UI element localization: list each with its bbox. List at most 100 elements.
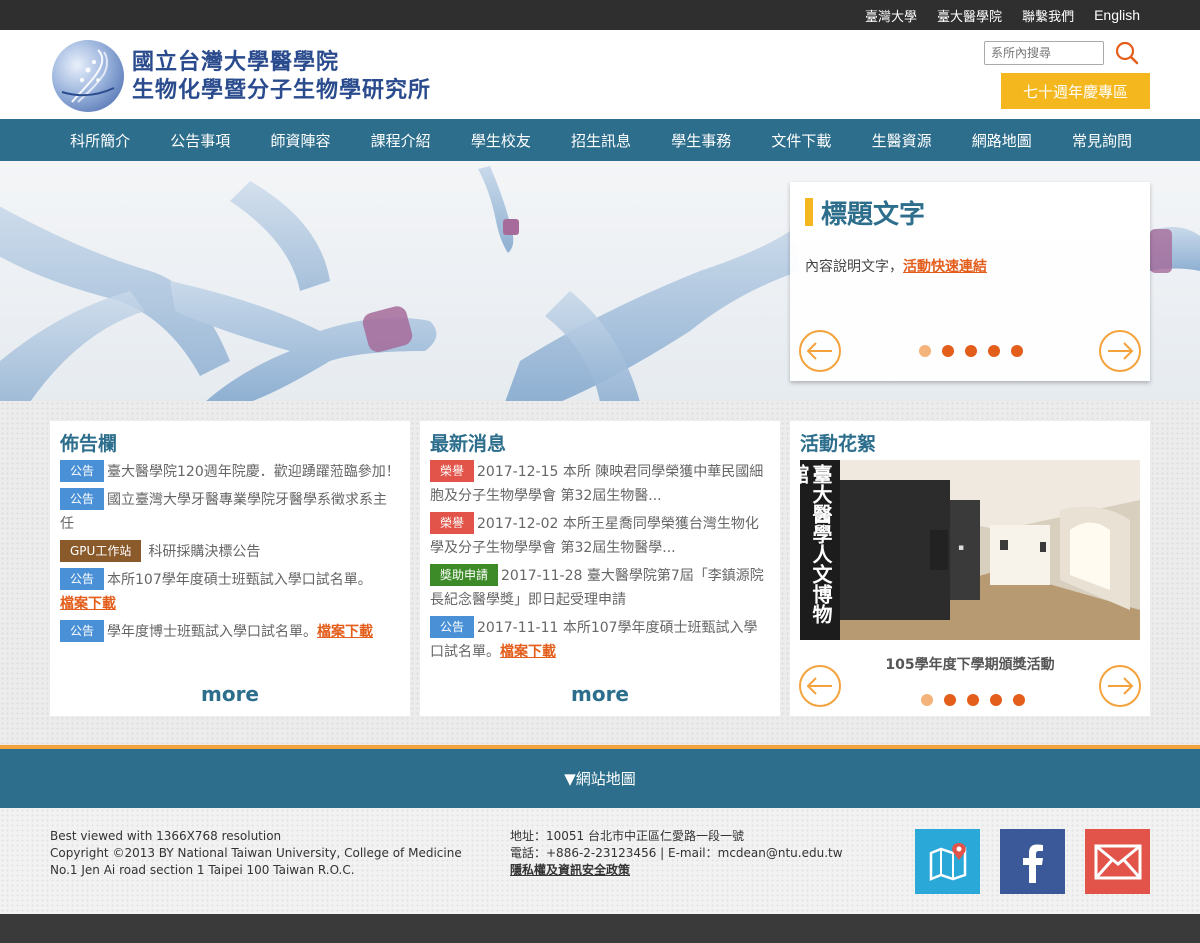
gallery-dot-5[interactable] — [1012, 694, 1025, 706]
nav-item-courses[interactable]: 課程介紹 — [351, 119, 451, 161]
link-college-medicine[interactable]: 臺大醫學院 — [937, 6, 1002, 25]
item-text[interactable]: 國立臺灣大學牙醫專業學院牙醫學系徵求系主任 — [60, 492, 387, 532]
gallery-pagination — [915, 694, 1030, 706]
tag-badge: 榮譽 — [430, 512, 475, 534]
news-more-link[interactable]: more — [420, 682, 780, 706]
list-item[interactable]: 公告 國立臺灣大學牙醫專業學院牙醫學系徵求系主任 — [50, 488, 410, 536]
tag-badge: GPU工作站 — [60, 540, 142, 562]
item-text[interactable]: 2017-12-15 本所 陳映君同學榮獲中華民國細胞及分子生物學學會 第32屆… — [430, 464, 763, 504]
news-title: 最新消息 — [430, 433, 507, 455]
item-text[interactable]: 2017-12-02 本所王星喬同學榮獲台灣生物化學及分子生物學學會 第32屆生… — [430, 516, 759, 556]
gallery-dot-3[interactable] — [966, 694, 979, 706]
link-contact[interactable]: 聯繫我們 — [1022, 6, 1074, 25]
search-input[interactable] — [984, 41, 1104, 65]
facebook-icon[interactable] — [1000, 829, 1065, 894]
caption-accent-bar — [805, 198, 813, 226]
nav-item-student-affairs[interactable]: 學生事務 — [651, 119, 751, 161]
link-ntu[interactable]: 臺灣大學 — [865, 6, 917, 25]
banner-next-arrow-icon[interactable] — [1099, 330, 1141, 372]
nav-item-faq[interactable]: 常見詢問 — [1052, 119, 1152, 161]
list-item[interactable]: 榮譽 2017-12-15 本所 陳映君同學榮獲中華民國細胞及分子生物學學會 第3… — [420, 460, 780, 508]
bulletin-panel: 佈告欄 公告 臺大醫學院120週年院慶．歡迎踴躍蒞臨參加！ 公告 國立臺灣大學牙醫專… — [50, 421, 410, 716]
nav-item-biomed-resources[interactable]: 生醫資源 — [852, 119, 952, 161]
tag-badge: 公告 — [60, 488, 105, 510]
nav-item-admissions[interactable]: 招生訊息 — [551, 119, 651, 161]
gallery-next-arrow-icon[interactable] — [1099, 665, 1141, 707]
banner-quick-link[interactable]: 活動快速連結 — [903, 259, 987, 275]
nav-item-intro[interactable]: 科所簡介 — [50, 119, 150, 161]
banner-body-text: 內容說明文字， — [805, 259, 903, 275]
gallery-dot-1[interactable] — [920, 694, 933, 706]
nav-item-faculty[interactable]: 師資陣容 — [250, 119, 350, 161]
nav-item-alumni[interactable]: 學生校友 — [451, 119, 551, 161]
banner-prev-arrow-icon[interactable] — [799, 330, 841, 372]
banner-description: 內容說明文字，活動快速連結 — [790, 242, 1150, 290]
link-english[interactable]: English — [1094, 7, 1140, 23]
tag-badge: 公告 — [60, 460, 105, 482]
sitemap-toggle[interactable]: ▼網站地圖 — [0, 745, 1200, 808]
list-item[interactable]: 公告 學年度博士班甄試入學口試名單。檔案下載 — [50, 620, 410, 644]
footer-copyright: Copyright ©2013 BY National Taiwan Unive… — [50, 846, 462, 860]
list-item[interactable]: GPU工作站 科研採購決標公告 — [50, 540, 410, 564]
gallery-caption: 105學年度下學期頒獎活動 — [885, 657, 1055, 673]
tag-badge: 公告 — [60, 620, 105, 642]
search-bar — [984, 40, 1140, 66]
nav-item-sitemap[interactable]: 網路地圖 — [952, 119, 1052, 161]
bottom-bar — [0, 914, 1200, 943]
item-text[interactable]: 2017-11-11 本所107學年度碩士班甄試入學口試名單。 — [430, 620, 758, 660]
content-area: 佈告欄 公告 臺大醫學院120週年院慶．歡迎踴躍蒞臨參加！ 公告 國立臺灣大學牙醫專… — [0, 401, 1200, 745]
footer-contact: 地址：10051 台北市中正區仁愛路一段一號 電話：+886-2-2312345… — [510, 828, 843, 879]
list-item[interactable]: 公告 2017-11-11 本所107學年度碩士班甄試入學口試名單。檔案下載 — [420, 616, 780, 664]
logo-title-line2: 生物化學暨分子生物學研究所 — [132, 77, 432, 103]
banner-pagination — [913, 345, 1028, 357]
gallery-dot-2[interactable] — [943, 694, 956, 706]
nav-item-announcements[interactable]: 公告事項 — [150, 119, 250, 161]
header: 國立台灣大學醫學院 生物化學暨分子生物學研究所 七十週年慶專區 — [0, 30, 1200, 119]
footer: Best viewed with 1366X768 resolution Cop… — [0, 808, 1200, 914]
news-panel: 最新消息 榮譽 2017-12-15 本所 陳映君同學榮獲中華民國細胞及分子生物學… — [420, 421, 780, 716]
banner-dot-1[interactable] — [918, 345, 931, 357]
footer-credits: Best viewed with 1366X768 resolution Cop… — [50, 828, 462, 879]
list-item[interactable]: 獎助申請 2017-11-28 臺大醫學院第7屆「李鎮源院長紀念醫學獎」即日起受理… — [420, 564, 780, 612]
banner-dot-5[interactable] — [1010, 345, 1023, 357]
footer-resolution: Best viewed with 1366X768 resolution — [50, 829, 282, 843]
main-nav: 科所簡介 公告事項 師資陣容 課程介紹 學生校友 招生訊息 學生事務 文件下載 … — [0, 119, 1200, 161]
gallery-prev-arrow-icon[interactable] — [799, 665, 841, 707]
privacy-policy-link[interactable]: 隱私權及資訊安全政策 — [510, 862, 843, 879]
list-item[interactable]: 公告 本所107學年度碩士班甄試入學口試名單。檔案下載 — [50, 568, 410, 616]
item-text[interactable]: 學年度博士班甄試入學口試名單。 — [107, 624, 317, 640]
footer-address: 地址：10051 台北市中正區仁愛路一段一號 — [510, 829, 744, 843]
nav-item-downloads[interactable]: 文件下載 — [751, 119, 851, 161]
bulletin-more-link[interactable]: more — [50, 682, 410, 706]
svg-text:▪: ▪ — [958, 543, 964, 553]
banner-title: 標題文字 — [821, 199, 926, 230]
item-text[interactable]: 本所107學年度碩士班甄試入學口試名單。 — [107, 572, 372, 588]
tag-badge: 公告 — [430, 616, 475, 638]
footer-address-en: No.1 Jen Ai road section 1 Taipei 100 Ta… — [50, 863, 355, 877]
tag-badge: 榮譽 — [430, 460, 475, 482]
hero-banner: 標題文字 內容說明文字，活動快速連結 — [0, 161, 1200, 402]
download-link[interactable]: 檔案下載 — [317, 624, 373, 640]
map-icon[interactable] — [915, 829, 980, 894]
list-item[interactable]: 公告 臺大醫學院120週年院慶．歡迎踴躍蒞臨參加！ — [50, 460, 410, 484]
site-logo[interactable]: 國立台灣大學醫學院 生物化學暨分子生物學研究所 — [52, 40, 431, 112]
list-item[interactable]: 榮譽 2017-12-02 本所王星喬同學榮獲台灣生物化學及分子生物學學會 第32… — [420, 512, 780, 560]
anniversary-button[interactable]: 七十週年慶專區 — [1001, 73, 1150, 109]
download-link[interactable]: 檔案下載 — [500, 644, 556, 660]
logo-title-line1: 國立台灣大學醫學院 — [132, 49, 340, 75]
gallery-title: 活動花絮 — [800, 433, 877, 455]
banner-dot-3[interactable] — [964, 345, 977, 357]
dna-logo-icon — [52, 40, 124, 112]
item-text[interactable]: 臺大醫學院120週年院慶．歡迎踴躍蒞臨參加！ — [107, 464, 400, 480]
banner-dot-2[interactable] — [941, 345, 954, 357]
gallery-dot-4[interactable] — [989, 694, 1002, 706]
banner-dot-4[interactable] — [987, 345, 1000, 357]
photo-sign-text: 臺大醫學人文博物館 — [800, 464, 833, 624]
item-text[interactable]: 科研採購決標公告 — [148, 544, 260, 560]
tag-badge: 公告 — [60, 568, 105, 590]
search-icon[interactable] — [1114, 40, 1140, 66]
download-link[interactable]: 檔案下載 — [60, 596, 116, 612]
email-icon[interactable] — [1085, 829, 1150, 894]
gallery-photo[interactable]: ▪ 臺大醫學人文博物館 — [800, 460, 1140, 640]
bulletin-title: 佈告欄 — [60, 433, 118, 455]
